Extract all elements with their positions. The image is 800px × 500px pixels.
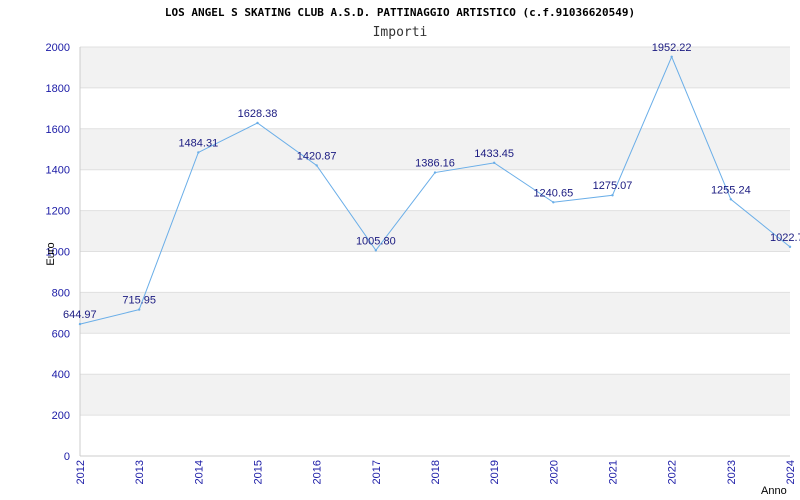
x-tick-label: 2021	[608, 460, 620, 484]
y-tick-label: 800	[52, 287, 70, 299]
x-tick-label: 2016	[312, 460, 324, 484]
x-tick-label: 2023	[726, 460, 738, 484]
data-point	[197, 151, 200, 154]
data-label: 1240.65	[533, 187, 573, 199]
y-tick-label: 600	[52, 328, 70, 340]
x-tick-label: 2018	[430, 460, 442, 484]
data-point	[374, 249, 378, 252]
data-label: 715.95	[122, 295, 156, 307]
data-label: 1005.80	[356, 235, 396, 247]
data-point	[137, 308, 141, 311]
grid-band	[80, 374, 790, 416]
data-point	[315, 164, 318, 167]
data-label: 1275.07	[593, 180, 633, 192]
y-tick-label: 1200	[46, 206, 70, 218]
x-tick-label: 2024	[785, 460, 797, 484]
x-tick-label: 2014	[193, 460, 205, 484]
x-tick-label: 2022	[667, 460, 679, 484]
x-tick-label: 2017	[371, 460, 383, 484]
y-tick-label: 1600	[46, 124, 70, 136]
y-tick-label: 2000	[46, 42, 70, 54]
x-tick-label: 2013	[134, 460, 146, 484]
data-label: 1420.87	[297, 150, 337, 162]
data-label: 1022.7	[770, 232, 800, 244]
x-tick-labels: 2012 2013 2014 2015 2016 2017 2018 2019 2020 2021…	[75, 460, 797, 484]
x-tick-label: 2020	[548, 460, 560, 484]
data-label: 1484.31	[178, 137, 218, 149]
grid-band	[80, 415, 790, 456]
y-tick-label: 1400	[46, 165, 70, 177]
data-point	[552, 201, 555, 204]
y-axis-title: Euro	[45, 242, 57, 265]
data-point	[611, 194, 614, 197]
grid-band	[80, 169, 790, 211]
grid-band	[80, 210, 790, 252]
data-label: 1628.38	[238, 108, 278, 120]
y-tick-label: 200	[52, 410, 70, 422]
data-label: 1433.45	[474, 148, 514, 160]
data-point	[492, 161, 496, 165]
grid-band	[80, 333, 790, 375]
data-point	[433, 171, 437, 174]
data-point	[729, 198, 733, 201]
chart-container: LOS ANGEL S SKATING CLUB A.S.D. PATTINAG…	[0, 0, 800, 500]
y-tick-label: 400	[52, 369, 70, 381]
data-label: 644.97	[63, 309, 97, 321]
data-label: 1952.22	[652, 42, 692, 54]
x-tick-label: 2012	[75, 460, 87, 484]
grid-band	[80, 87, 790, 129]
data-label: 1386.16	[415, 158, 455, 170]
y-tick-label: 1800	[46, 83, 70, 95]
grid-band	[80, 251, 790, 293]
y-tick-label: 0	[64, 451, 70, 463]
data-point	[788, 245, 792, 249]
x-tick-label: 2015	[253, 460, 265, 484]
x-tick-label: 2019	[489, 460, 501, 484]
data-point	[670, 55, 673, 58]
data-point	[256, 121, 259, 125]
data-label: 1255.24	[711, 184, 751, 196]
line-chart: 0200400600800100012001400160018002000 20…	[45, 42, 800, 497]
x-axis-title: Anno	[761, 485, 787, 497]
data-point	[78, 322, 82, 326]
grid-band	[80, 292, 790, 334]
